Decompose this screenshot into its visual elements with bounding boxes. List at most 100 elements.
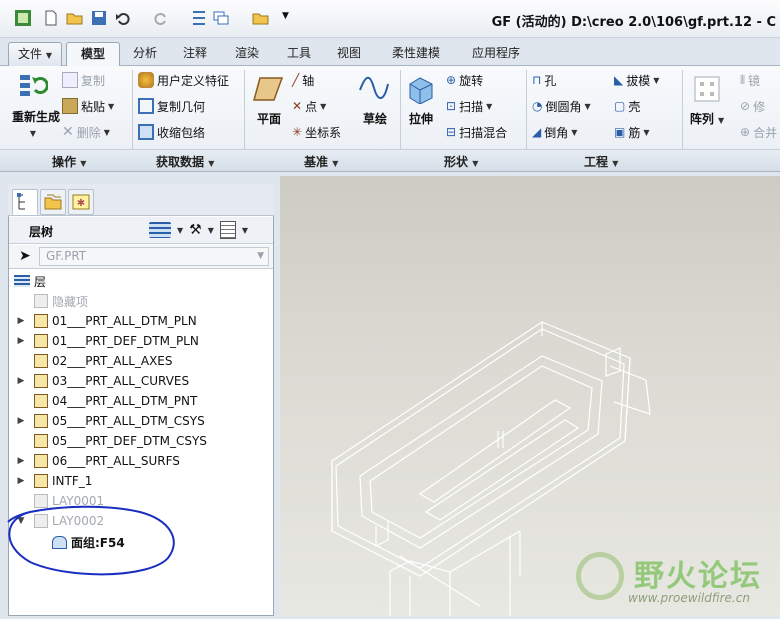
layer-item[interactable]: 02___PRT_ALL_AXES xyxy=(14,351,173,371)
group-shapes[interactable]: 形状 ▼ xyxy=(444,153,478,170)
shell-button[interactable]: ▢ 壳 xyxy=(614,96,640,116)
svg-text:✱: ✱ xyxy=(77,198,85,209)
panel-tabs: ✱ xyxy=(8,184,274,216)
show-options-icon[interactable] xyxy=(219,221,236,239)
tab-favorites[interactable]: ✱ xyxy=(68,189,94,215)
app-logo-icon[interactable] xyxy=(14,9,32,27)
layers-menu-icon[interactable] xyxy=(149,222,171,238)
windows-icon[interactable] xyxy=(212,9,230,27)
group-operations[interactable]: 操作 ▼ xyxy=(52,153,86,170)
expand-icon[interactable]: ▶ xyxy=(14,416,28,426)
expand-icon[interactable]: ▶ xyxy=(14,316,28,326)
copy-geometry-button[interactable]: 复制几何 xyxy=(138,96,205,116)
ribbon: 重新生成 ▼ 复制 粘贴 ▼ ✕ 删除 ▼ 用户定义特征 复制几何 收缩包络 平面 ╱ 轴… xyxy=(0,66,780,172)
layer-icon xyxy=(34,434,48,448)
tab-tools[interactable]: 工具 xyxy=(276,42,322,66)
copy-button[interactable]: 复制 xyxy=(62,70,105,90)
tab-flexible-modeling[interactable]: 柔性建模 xyxy=(380,42,452,66)
swept-blend-button[interactable]: ⊟ 扫描混合 xyxy=(446,122,507,142)
layer-item[interactable]: 05___PRT_DEF_DTM_CSYS xyxy=(14,431,207,451)
plane-icon[interactable] xyxy=(252,76,284,102)
extrude-icon[interactable] xyxy=(406,74,436,104)
axis-icon: ╱ xyxy=(292,73,300,87)
pattern-button[interactable]: 阵列 ▼ xyxy=(686,110,728,127)
paste-button[interactable]: 粘贴 ▼ xyxy=(62,96,114,116)
tab-file[interactable]: 文件 ▼ xyxy=(8,42,62,66)
settings-tools-icon[interactable]: ⚒ xyxy=(189,222,202,238)
layer-item[interactable]: ▶ 05___PRT_ALL_DTM_CSYS xyxy=(14,411,205,431)
open-folder-icon[interactable] xyxy=(66,9,84,27)
expand-icon[interactable]: ▶ xyxy=(14,456,28,466)
layer-root[interactable]: 层 xyxy=(14,271,46,291)
ribbon-tabs: 文件 ▼ 模型 分析 注释 渲染 工具 视图 柔性建模 应用程序 xyxy=(0,38,780,67)
point-button[interactable]: ✕ 点 ▼ xyxy=(292,96,326,116)
copy-geometry-icon xyxy=(138,98,154,114)
close-window-icon[interactable] xyxy=(252,9,270,27)
tab-applications[interactable]: 应用程序 xyxy=(460,42,532,66)
hole-button[interactable]: ⊓ 孔 xyxy=(532,70,556,90)
layer-item[interactable]: ▶ 06___PRT_ALL_SURFS xyxy=(14,451,180,471)
active-model-row: ➤ GF.PRT ▼ xyxy=(9,245,273,269)
udf-button[interactable]: 用户定义特征 xyxy=(138,70,229,90)
tab-folder-browser[interactable] xyxy=(40,189,66,215)
graphics-viewport[interactable] xyxy=(280,176,780,616)
active-model-select[interactable]: GF.PRT ▼ xyxy=(39,247,269,266)
save-icon[interactable] xyxy=(90,9,108,27)
tab-view[interactable]: 视图 xyxy=(326,42,372,66)
layer-label: 03___PRT_ALL_CURVES xyxy=(52,374,190,388)
plane-button[interactable]: 平面 xyxy=(252,110,286,127)
hole-icon: ⊓ xyxy=(532,73,542,87)
modify-button[interactable]: ⊘ 修 xyxy=(740,96,765,116)
extrude-button[interactable]: 拉伸 xyxy=(404,110,438,127)
tab-analysis[interactable]: 分析 xyxy=(122,42,168,66)
favorites-icon: ✱ xyxy=(72,194,90,210)
qat-more-icon[interactable]: ▼ xyxy=(282,11,289,21)
layer-stack-icon xyxy=(14,275,30,287)
shrinkwrap-icon xyxy=(138,124,154,140)
shrinkwrap-button[interactable]: 收缩包络 xyxy=(138,122,205,142)
expand-icon[interactable]: ▶ xyxy=(14,336,28,346)
draft-icon: ◣ xyxy=(614,73,624,87)
expand-icon[interactable]: ▶ xyxy=(14,476,28,486)
chamfer-button[interactable]: ◢ 倒角 ▼ xyxy=(532,122,577,142)
sweep-button[interactable]: ⊡ 扫描 ▼ xyxy=(446,96,492,116)
merge-button[interactable]: ⊕ 合并 xyxy=(740,122,777,142)
redo-icon[interactable] xyxy=(152,9,170,27)
layer-item[interactable]: ▶ 03___PRT_ALL_CURVES xyxy=(14,371,189,391)
csys-button[interactable]: ✳ 坐标系 xyxy=(292,122,341,142)
layer-label: 01___PRT_DEF_DTM_PLN xyxy=(52,334,199,348)
tab-model-tree[interactable] xyxy=(12,189,38,215)
axis-button[interactable]: ╱ 轴 xyxy=(292,70,314,90)
layer-item[interactable]: 04___PRT_ALL_DTM_PNT xyxy=(14,391,197,411)
layer-label: 02___PRT_ALL_AXES xyxy=(52,354,173,368)
layer-item[interactable]: 隐藏项 xyxy=(14,291,88,311)
expand-icon[interactable]: ▶ xyxy=(14,376,28,386)
regenerate-big-icon[interactable] xyxy=(18,72,48,102)
regenerate-button[interactable]: 重新生成 ▼ xyxy=(12,110,60,141)
pattern-icon[interactable] xyxy=(692,74,722,104)
sketch-button[interactable]: 草绘 xyxy=(358,110,392,127)
regenerate-icon[interactable] xyxy=(190,9,208,27)
layer-item[interactable]: ▶ 01___PRT_ALL_DTM_PLN xyxy=(14,311,197,331)
undo-icon[interactable] xyxy=(114,9,132,27)
group-engineering[interactable]: 工程 ▼ xyxy=(584,153,618,170)
select-arrow-icon[interactable]: ➤ xyxy=(19,248,31,264)
round-button[interactable]: ◔ 倒圆角 ▼ xyxy=(532,96,591,116)
revolve-button[interactable]: ⊕ 旋转 xyxy=(446,70,483,90)
layer-item[interactable]: ▶ 01___PRT_DEF_DTM_PLN xyxy=(14,331,199,351)
swept-blend-icon: ⊟ xyxy=(446,125,457,139)
delete-button[interactable]: ✕ 删除 ▼ xyxy=(62,122,110,142)
rib-button[interactable]: ▣ 筋 ▼ xyxy=(614,122,650,142)
tab-model[interactable]: 模型 xyxy=(66,42,120,67)
layer-icon xyxy=(34,474,48,488)
new-file-icon[interactable] xyxy=(42,9,60,27)
mirror-button[interactable]: ⫴ 镜 xyxy=(740,70,760,90)
group-get-data[interactable]: 获取数据 ▼ xyxy=(156,153,214,170)
layer-item[interactable]: ▶ INTF_1 xyxy=(14,471,92,491)
tab-render[interactable]: 渲染 xyxy=(224,42,270,66)
group-datum[interactable]: 基准 ▼ xyxy=(304,153,338,170)
sketch-icon[interactable] xyxy=(358,74,390,102)
draft-button[interactable]: ◣ 拔模 ▼ xyxy=(614,70,659,90)
layer-icon xyxy=(34,354,48,368)
tab-annotate[interactable]: 注释 xyxy=(172,42,218,66)
